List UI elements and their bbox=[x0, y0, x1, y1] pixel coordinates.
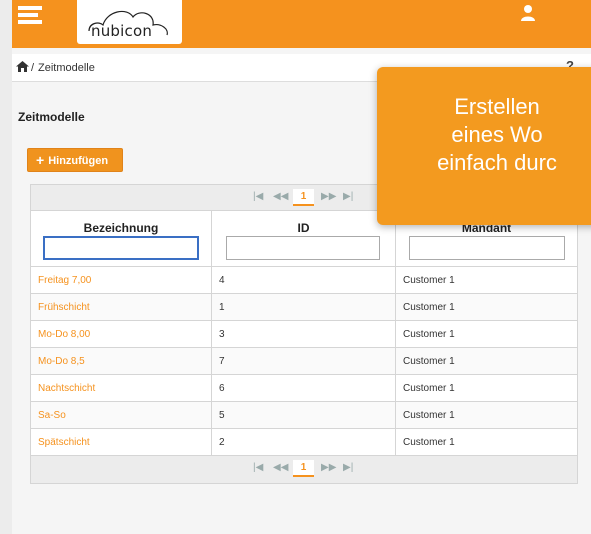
first-page-icon[interactable]: |◀ bbox=[253, 191, 263, 202]
cell-id: 5 bbox=[212, 402, 396, 429]
tooltip-line-1: Erstellen bbox=[454, 94, 540, 119]
prev-page-icon[interactable]: ◀◀ bbox=[273, 191, 288, 202]
data-grid: |◀ ◀◀ 1 ▶▶ ▶| Bezeichnung ID Mandant Fre… bbox=[30, 184, 578, 484]
breadcrumb-current: Zeitmodelle bbox=[38, 62, 95, 74]
page-number[interactable]: 1 bbox=[293, 189, 314, 206]
pager-bottom: |◀ ◀◀ 1 ▶▶ ▶| bbox=[31, 456, 577, 483]
cell-id: 6 bbox=[212, 375, 396, 402]
plus-icon: + bbox=[36, 152, 45, 168]
cell-name[interactable]: Frühschicht bbox=[31, 294, 212, 321]
last-page-icon[interactable]: ▶| bbox=[343, 191, 353, 202]
cell-tenant: Customer 1 bbox=[403, 383, 455, 394]
table-row[interactable]: Mo-Do 8,00 3 Customer 1 bbox=[31, 321, 577, 348]
table-row[interactable]: Mo-Do 8,5 7 Customer 1 bbox=[31, 348, 577, 375]
column-bezeichnung: Bezeichnung bbox=[31, 211, 212, 267]
app-page: nubicon / Zeitmodelle ? Zeitmodelle + Hin… bbox=[12, 0, 591, 534]
cell-id: 3 bbox=[212, 321, 396, 348]
cell-tenant: Customer 1 bbox=[403, 275, 455, 286]
logo-text: nubicon bbox=[91, 22, 153, 40]
cell-name[interactable]: Mo-Do 8,5 bbox=[31, 348, 212, 375]
add-button-label: Hinzufügen bbox=[48, 155, 109, 167]
menu-icon[interactable] bbox=[18, 6, 44, 28]
tooltip-line-3: einfach durc bbox=[437, 150, 557, 175]
filter-bezeichnung-input[interactable] bbox=[43, 236, 199, 260]
table-row[interactable]: Frühschicht 1 Customer 1 bbox=[31, 294, 577, 321]
home-icon[interactable] bbox=[16, 61, 29, 72]
table-body: Freitag 7,00 4 Customer 1 Frühschicht 1 … bbox=[31, 267, 577, 456]
cell-name[interactable]: Mo-Do 8,00 bbox=[31, 321, 212, 348]
top-navbar: nubicon bbox=[12, 0, 591, 48]
cell-name[interactable]: Nachtschicht bbox=[31, 375, 212, 402]
cell-id: 2 bbox=[212, 429, 396, 456]
table-row[interactable]: Spätschicht 2 Customer 1 bbox=[31, 429, 577, 456]
table-row[interactable]: Sa-So 5 Customer 1 bbox=[31, 402, 577, 429]
page-number[interactable]: 1 bbox=[293, 460, 314, 477]
user-icon[interactable] bbox=[520, 4, 536, 22]
table-row[interactable]: Nachtschicht 6 Customer 1 bbox=[31, 375, 577, 402]
cell-tenant: Customer 1 bbox=[403, 302, 455, 313]
cell-id: 7 bbox=[212, 348, 396, 375]
cell-name[interactable]: Spätschicht bbox=[31, 429, 212, 456]
prev-page-icon[interactable]: ◀◀ bbox=[273, 462, 288, 473]
tutorial-tooltip[interactable]: Erstellen eines Wo einfach durc bbox=[377, 67, 591, 225]
last-page-icon[interactable]: ▶| bbox=[343, 462, 353, 473]
breadcrumb-separator: / bbox=[31, 62, 35, 74]
add-button[interactable]: + Hinzufügen bbox=[27, 148, 123, 172]
tooltip-line-2: eines Wo bbox=[451, 122, 543, 147]
cell-tenant: Customer 1 bbox=[403, 410, 455, 421]
filter-mandant-input[interactable] bbox=[409, 236, 565, 260]
next-page-icon[interactable]: ▶▶ bbox=[321, 191, 336, 202]
cell-tenant: Customer 1 bbox=[403, 356, 455, 367]
column-title[interactable]: Bezeichnung bbox=[31, 221, 211, 235]
cell-name[interactable]: Freitag 7,00 bbox=[31, 267, 212, 294]
cell-tenant: Customer 1 bbox=[403, 437, 455, 448]
table-row[interactable]: Freitag 7,00 4 Customer 1 bbox=[31, 267, 577, 294]
cell-name[interactable]: Sa-So bbox=[31, 402, 212, 429]
first-page-icon[interactable]: |◀ bbox=[253, 462, 263, 473]
column-id: ID bbox=[212, 211, 396, 267]
page-title: Zeitmodelle bbox=[18, 110, 85, 124]
filter-id-input[interactable] bbox=[226, 236, 380, 260]
next-page-icon[interactable]: ▶▶ bbox=[321, 462, 336, 473]
cell-id: 1 bbox=[212, 294, 396, 321]
nubicon-logo[interactable]: nubicon bbox=[77, 0, 182, 44]
cell-id: 4 bbox=[212, 267, 396, 294]
cell-tenant: Customer 1 bbox=[403, 329, 455, 340]
column-title[interactable]: ID bbox=[212, 221, 395, 235]
